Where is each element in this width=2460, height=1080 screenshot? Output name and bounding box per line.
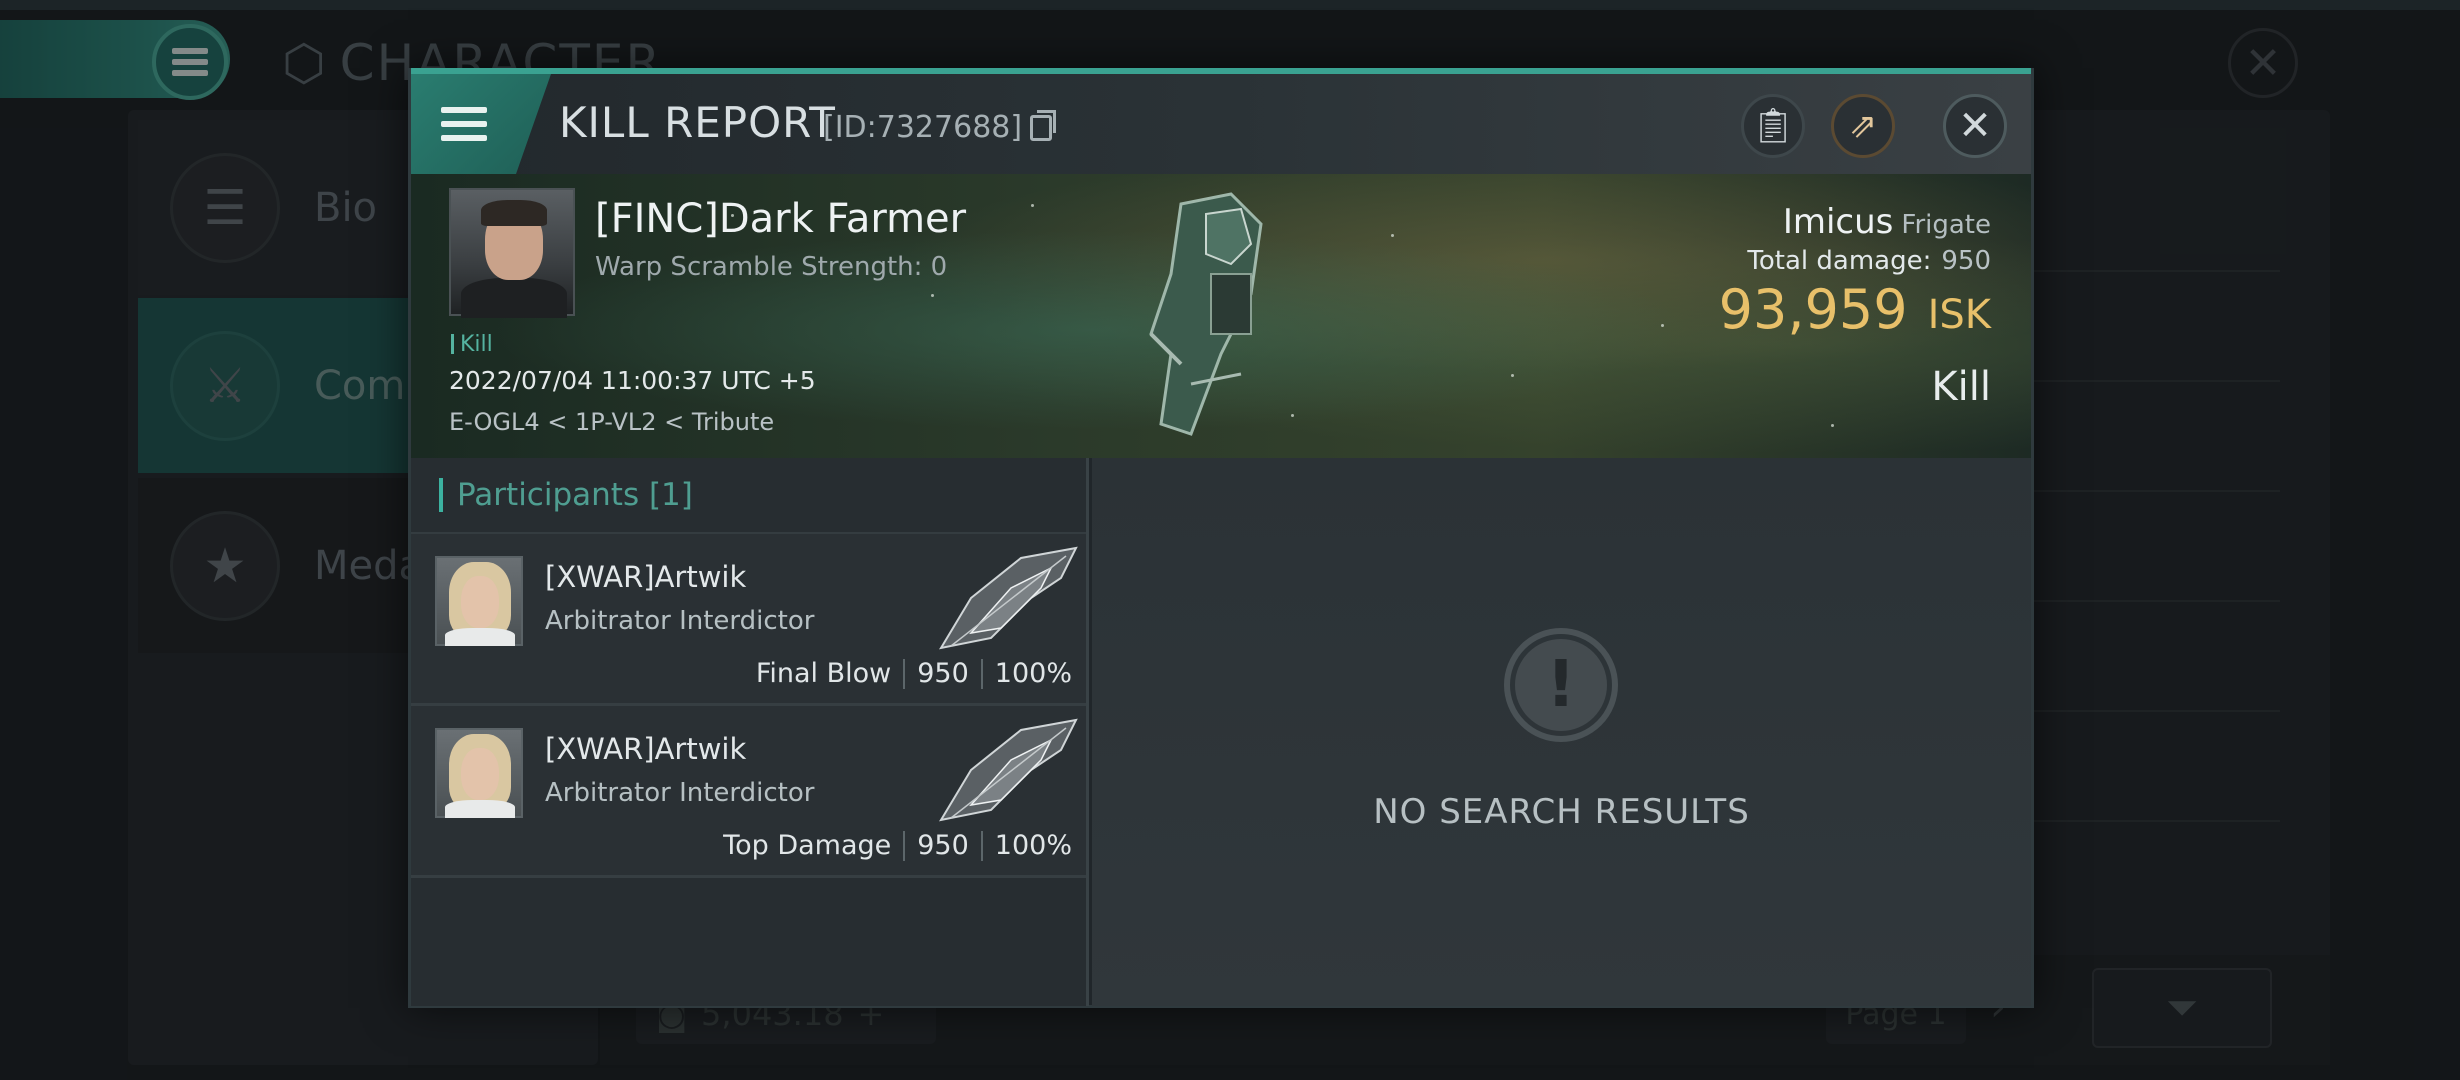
warp-scramble-strength: Warp Scramble Strength: 0: [595, 252, 948, 282]
participant-ship-image[interactable]: [931, 710, 1081, 828]
participant-percent: 100%: [994, 658, 1072, 689]
participant-ship: Arbitrator Interdictor: [545, 778, 815, 808]
participant-row[interactable]: [XWAR]Artwik Arbitrator Interdictor Top …: [411, 706, 1086, 878]
victim-ship-name: Imicus: [1782, 202, 1894, 242]
results-panel: ! NO SEARCH RESULTS: [1092, 458, 2031, 1006]
isk-unit: ISK: [1927, 292, 1991, 338]
participant-role: Final Blow: [755, 658, 892, 689]
menu-icon: [441, 107, 487, 141]
participant-name: [XWAR]Artwik: [545, 732, 747, 766]
victim-ship[interactable]: Imicus Frigate: [1783, 202, 1991, 242]
victim-name[interactable]: [FINC]Dark Farmer: [595, 196, 966, 242]
participants-header: Participants [1]: [411, 458, 1086, 534]
participant-ship-image[interactable]: [931, 538, 1081, 656]
modal-header: KILL REPORT [ID:7327688] 📋︎ ⇗ ✕: [411, 74, 2031, 174]
clipboard-icon: 📋︎: [1751, 106, 1795, 146]
share-button[interactable]: ⇗: [1831, 94, 1895, 158]
modal-menu-button[interactable]: [411, 74, 551, 174]
participant-stats: Top Damage 950 100%: [723, 830, 1072, 861]
isk-amount: 93,959: [1718, 278, 1908, 341]
total-damage: Total damage: 950: [1747, 246, 1991, 276]
participant-role: Top Damage: [723, 830, 892, 861]
participant-portrait[interactable]: [435, 556, 523, 646]
kill-id-text: [ID:7327688]: [823, 110, 1023, 145]
modal-title: KILL REPORT: [559, 98, 836, 147]
participant-percent: 100%: [994, 830, 1072, 861]
kill-report-modal: KILL REPORT [ID:7327688] 📋︎ ⇗ ✕ [FINC]Da…: [408, 68, 2034, 1008]
victim-ship-class: Frigate: [1901, 210, 1991, 240]
victim-portrait[interactable]: [449, 188, 575, 318]
participant-portrait[interactable]: [435, 728, 523, 818]
share-icon: ⇗: [1848, 106, 1878, 146]
kill-location[interactable]: E-OGL4 < 1P-VL2 < Tribute: [449, 408, 774, 436]
victim-ship-image[interactable]: [1111, 184, 1311, 444]
kill-datetime: 2022/07/04 11:00:37 UTC +5: [449, 366, 816, 395]
isk-value: 93,959 ISK: [1719, 278, 1991, 341]
clipboard-button[interactable]: 📋︎: [1741, 94, 1805, 158]
close-icon: ✕: [1958, 103, 1992, 149]
participant-name: [XWAR]Artwik: [545, 560, 747, 594]
participant-damage: 950: [917, 658, 969, 689]
participant-row[interactable]: [XWAR]Artwik Arbitrator Interdictor Fina…: [411, 534, 1086, 706]
kill-type: Kill: [1931, 364, 1991, 410]
victim-banner: [FINC]Dark Farmer Warp Scramble Strength…: [411, 174, 2031, 458]
participant-stats: Final Blow 950 100%: [756, 658, 1072, 689]
no-results-message: NO SEARCH RESULTS: [1373, 792, 1750, 832]
participant-ship: Arbitrator Interdictor: [545, 606, 815, 636]
total-damage-label: Total damage:: [1747, 246, 1932, 276]
participant-damage: 950: [917, 830, 969, 861]
copy-icon[interactable]: [1030, 109, 1057, 141]
total-damage-value: 950: [1941, 246, 1991, 276]
exclamation-icon: !: [1504, 628, 1618, 742]
close-button[interactable]: ✕: [1943, 94, 2007, 158]
kill-id: [ID:7327688]: [823, 109, 1057, 145]
participants-panel: Participants [1] [XWAR]Artwik Arbitrator…: [411, 458, 1089, 1006]
kill-tag: Kill: [451, 332, 493, 357]
